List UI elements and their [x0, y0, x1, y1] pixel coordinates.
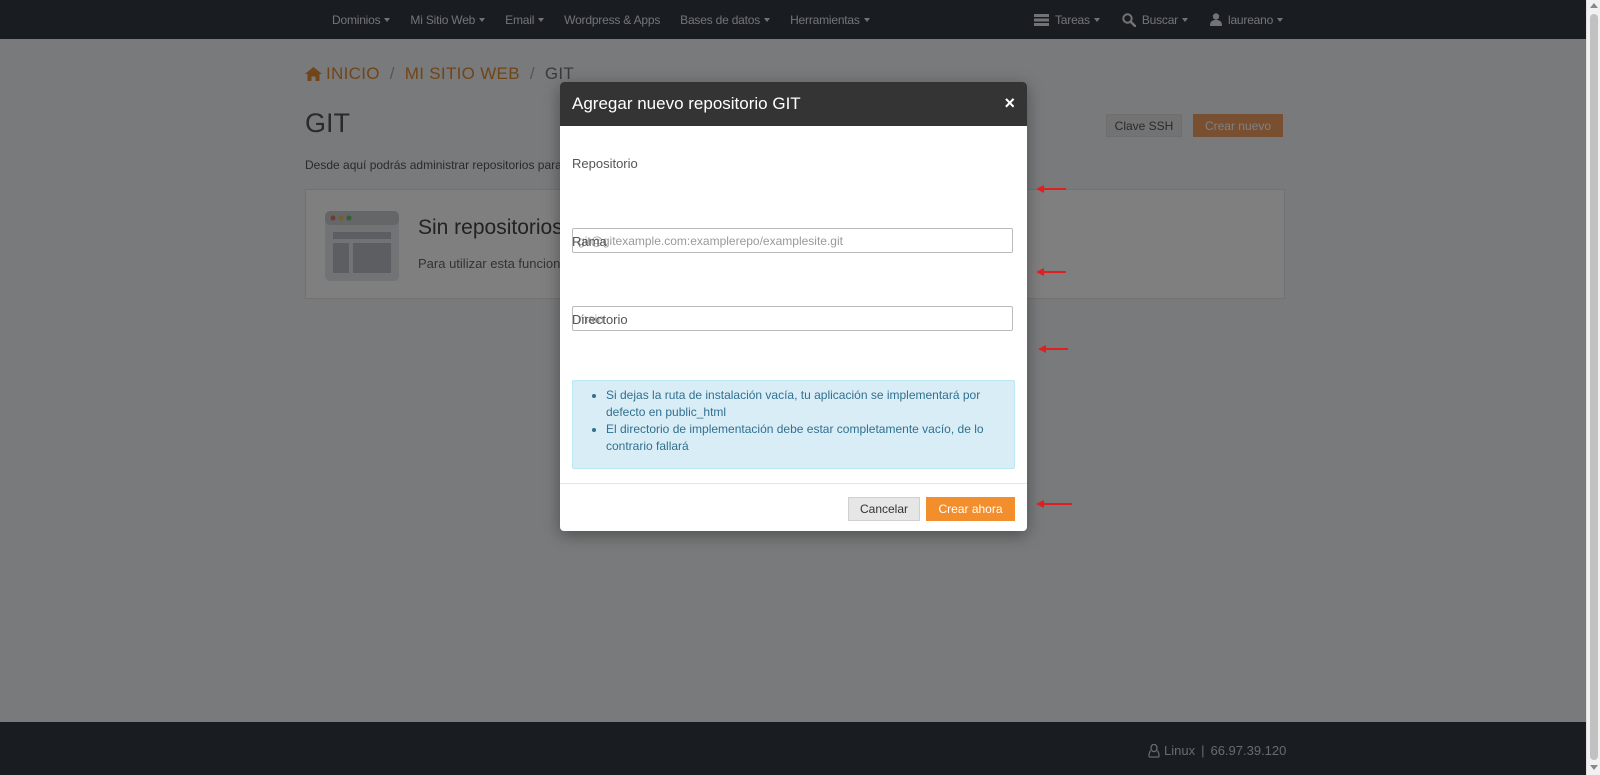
repository-label: Repositorio [572, 156, 638, 171]
branch-input[interactable] [572, 306, 1013, 331]
info-item-empty-directory: El directorio de implementación debe est… [606, 421, 1014, 455]
directory-label: Directorio [572, 312, 628, 327]
create-now-button[interactable]: Crear ahora [926, 497, 1015, 521]
modal-title: Agregar nuevo repositorio GIT [572, 94, 801, 113]
modal-body: Repositorio Rama Directorio Si dejas la … [560, 126, 1027, 483]
scroll-up-arrow-icon[interactable] [1590, 3, 1598, 8]
branch-label: Rama [572, 234, 607, 249]
scroll-thumb[interactable] [1590, 14, 1598, 760]
page-scrollbar[interactable] [1586, 0, 1600, 775]
annotation-arrow-icon [1036, 185, 1066, 193]
add-git-repo-modal: Agregar nuevo repositorio GIT × Reposito… [560, 82, 1027, 531]
scroll-down-arrow-icon[interactable] [1590, 765, 1598, 770]
info-item-default-path: Si dejas la ruta de instalación vacía, t… [606, 387, 1014, 421]
modal-header: Agregar nuevo repositorio GIT × [560, 82, 1027, 126]
repository-input[interactable] [572, 228, 1013, 253]
annotation-arrow-icon [1036, 268, 1066, 276]
close-icon[interactable]: × [1004, 93, 1015, 113]
cancel-button[interactable]: Cancelar [848, 497, 920, 521]
modal-footer: Cancelar Crear ahora [560, 483, 1027, 531]
info-alert: Si dejas la ruta de instalación vacía, t… [572, 380, 1015, 469]
annotation-arrow-icon [1036, 500, 1072, 508]
annotation-arrow-icon [1038, 345, 1068, 353]
